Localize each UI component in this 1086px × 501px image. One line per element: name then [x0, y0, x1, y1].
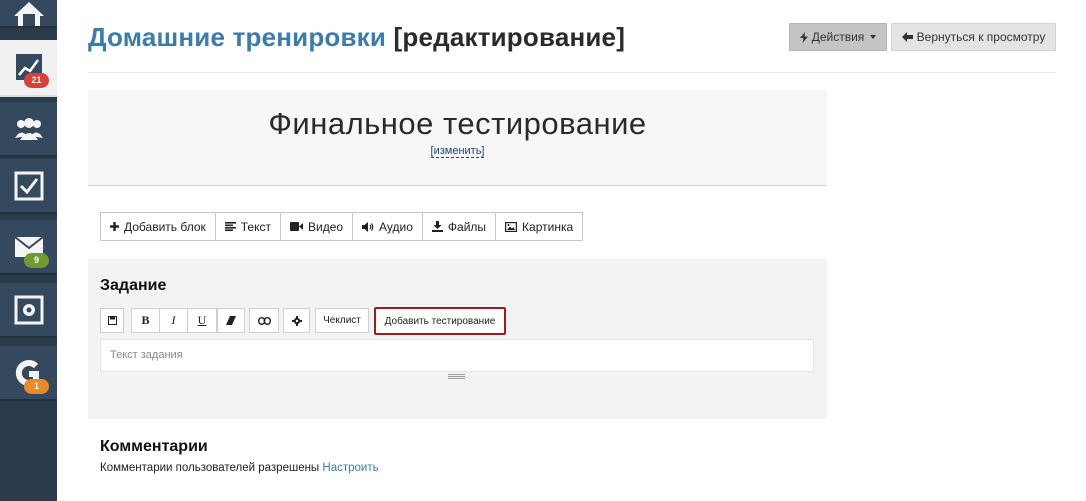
add-image-block-button[interactable]: Картинка: [496, 213, 582, 240]
add-block-button[interactable]: Добавить блок: [101, 213, 216, 240]
header-divider: [88, 72, 1056, 73]
actions-label: Действия: [811, 30, 865, 44]
comments-status: Комментарии пользователей разрешены Наст…: [100, 462, 379, 474]
back-to-view-button[interactable]: Вернуться к просмотру: [891, 23, 1056, 51]
task-text-editor[interactable]: Текст задания: [100, 339, 814, 372]
lesson-title: Финальное тестирование: [268, 106, 647, 141]
task-text-placeholder: Текст задания: [110, 349, 183, 361]
underline-button[interactable]: U: [188, 309, 216, 332]
gear-icon: [291, 315, 302, 326]
comments-status-text: Комментарии пользователей разрешены: [100, 462, 320, 474]
plus-icon: [110, 222, 119, 231]
sidebar-item-getcourse[interactable]: 1: [0, 346, 57, 401]
task-heading: Задание: [100, 277, 167, 294]
speaker-icon: [362, 221, 374, 232]
configure-comments-link[interactable]: Настроить: [322, 462, 378, 474]
settings-button[interactable]: [283, 308, 310, 333]
lightning-icon: [799, 31, 808, 43]
sidebar-item-users[interactable]: [0, 102, 57, 157]
add-block-toolbar: Добавить блок Текст Видео Аудио Файлы Ка…: [100, 212, 584, 241]
settings-panel-icon: [14, 295, 43, 324]
arrow-left-icon: [901, 32, 913, 42]
italic-button[interactable]: I: [160, 309, 188, 332]
add-video-block-button[interactable]: Видео: [281, 213, 354, 240]
change-title-link[interactable]: [изменить]: [430, 145, 485, 158]
actions-dropdown-button[interactable]: Действия: [789, 23, 887, 51]
task-panel: Задание B I U Чеклист Добавить тестирова…: [88, 259, 827, 419]
text-lines-icon: [224, 222, 236, 231]
home-icon: [13, 2, 44, 26]
users-icon: [14, 117, 43, 140]
clear-format-button[interactable]: [217, 308, 245, 333]
messages-badge: 9: [24, 253, 49, 268]
link-icon: [257, 316, 271, 325]
getcourse-badge: 1: [24, 379, 49, 394]
bold-button[interactable]: B: [132, 309, 160, 332]
image-icon: [505, 221, 518, 232]
video-camera-icon: [289, 222, 303, 231]
sidebar-item-tasks[interactable]: [0, 159, 57, 214]
sidebar-item-home[interactable]: [0, 0, 57, 28]
statistics-badge: 21: [24, 73, 49, 88]
sidebar-item-settings[interactable]: [0, 283, 57, 338]
editor-resize-handle[interactable]: [448, 374, 465, 379]
add-files-block-button[interactable]: Файлы: [423, 213, 497, 240]
add-text-block-button[interactable]: Текст: [216, 213, 281, 240]
comments-heading: Комментарии: [100, 438, 208, 455]
page-title: Домашние тренировки [редактирование]: [88, 22, 625, 53]
back-label: Вернуться к просмотру: [916, 30, 1046, 44]
download-icon: [431, 221, 443, 232]
lesson-title-panel: Финальное тестирование [изменить]: [88, 90, 827, 186]
eraser-icon: [226, 316, 236, 325]
sidebar-item-statistics[interactable]: 21: [0, 40, 57, 97]
edit-mode-label: [редактирование]: [393, 22, 626, 52]
text-format-group: B I U: [131, 308, 217, 333]
app-root: 21 9 1 Домашние тренировки [редактирован…: [0, 0, 1086, 501]
sidebar: 21 9 1: [0, 0, 57, 501]
floppy-icon: [107, 316, 117, 325]
checklist-button[interactable]: Чеклист: [315, 308, 369, 333]
sidebar-item-messages[interactable]: 9: [0, 220, 57, 275]
add-test-button[interactable]: Добавить тестирование: [374, 307, 506, 335]
course-title[interactable]: Домашние тренировки: [88, 22, 386, 52]
save-button[interactable]: [100, 308, 124, 333]
checkbox-icon: [14, 171, 43, 200]
add-audio-block-button[interactable]: Аудио: [353, 213, 423, 240]
caret-down-icon: [870, 35, 877, 39]
insert-link-button[interactable]: [249, 308, 279, 333]
